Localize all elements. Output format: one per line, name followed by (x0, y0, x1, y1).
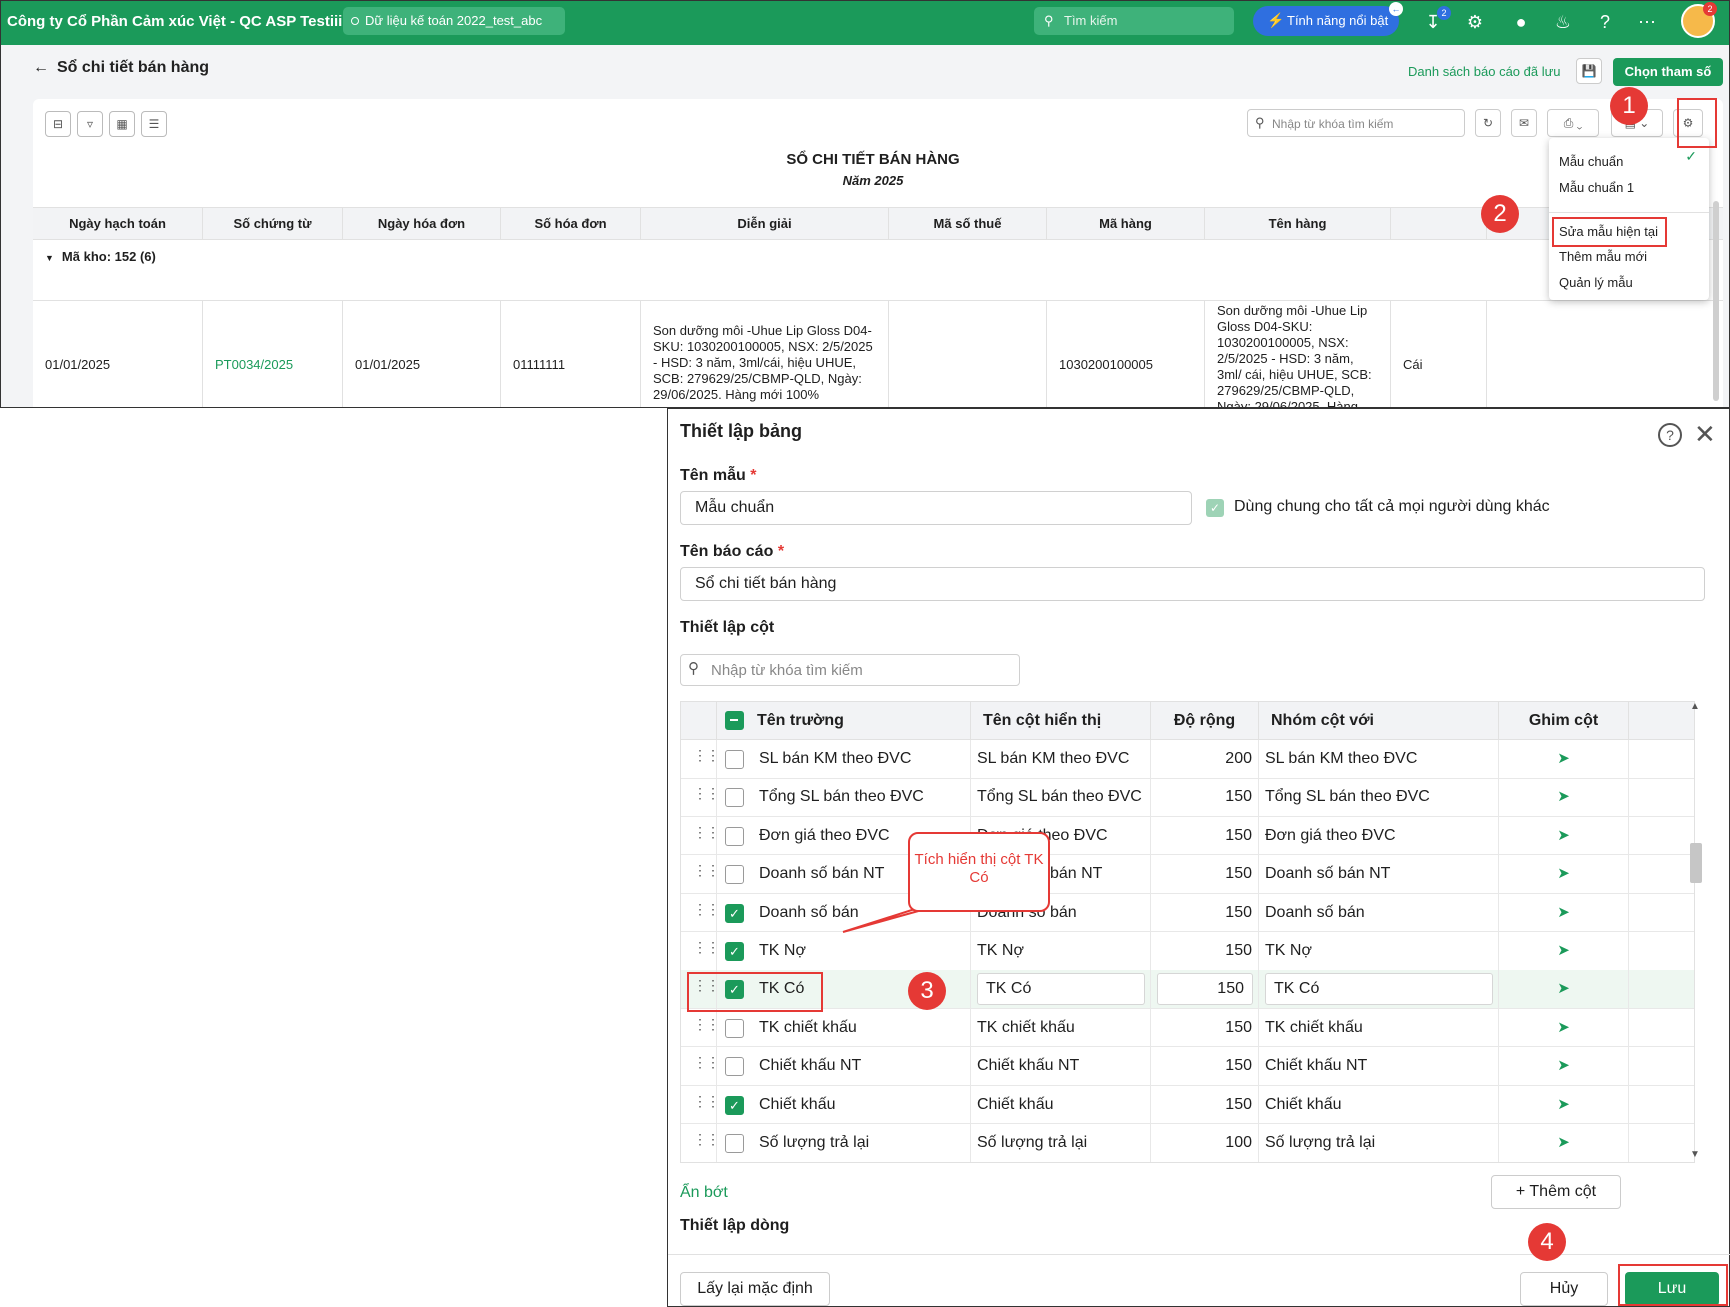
callout-pointer (842, 891, 969, 933)
callout-note: Tích hiển thị cột TK Có (908, 832, 1050, 912)
